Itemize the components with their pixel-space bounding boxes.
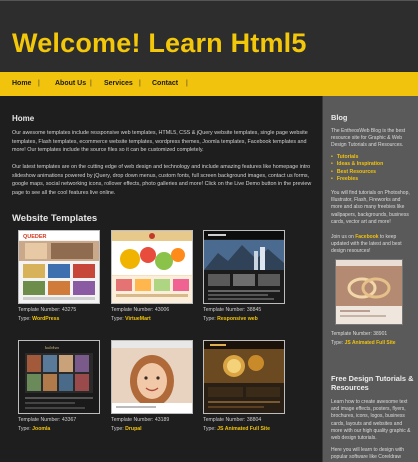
template-type: Type: VirtueMart xyxy=(111,316,151,322)
main-nav: Home | About Us | Services | Contact | xyxy=(0,72,418,96)
nav-item-services[interactable]: Services xyxy=(104,72,133,96)
site-title: Welcome! Learn Html5 xyxy=(12,28,307,58)
template-thumbnail-virtuemart[interactable] xyxy=(111,230,193,304)
template-type-link[interactable]: JS Animated Full Site xyxy=(217,426,270,432)
nav-separator: | xyxy=(139,80,141,87)
template-type: Type: Responsive web xyxy=(203,316,258,322)
nav-item-home[interactable]: Home xyxy=(12,72,31,96)
template-number: Template Number: 43275 xyxy=(18,307,77,313)
facebook-link[interactable]: Facebook xyxy=(355,234,378,240)
template-type-link[interactable]: VirtueMart xyxy=(125,316,151,322)
template-type: Type: JS Animated Full Site xyxy=(203,426,270,432)
nav-item-about-us[interactable]: About Us xyxy=(55,72,86,96)
nav-separator: | xyxy=(38,80,40,87)
intro-paragraph: Our awesome templates include ressponsiv… xyxy=(12,130,308,154)
free-tutorials-heading: Free Design Tutorials & Resources xyxy=(331,374,414,392)
template-thumbnail-drupal[interactable] xyxy=(111,340,193,414)
template-number: Template Number: 38845 xyxy=(203,307,262,313)
blog-link-best-resources[interactable]: Best Resources xyxy=(331,169,383,176)
home-heading: Home xyxy=(12,114,35,123)
template-type-link[interactable]: Joomla xyxy=(32,426,50,432)
template-type: Type: Joomla xyxy=(18,426,51,432)
featured-template-type: Type: JS Animated Full Site xyxy=(331,340,396,346)
blog-intro: The EntheosWeb Blog is the best resource… xyxy=(331,128,406,149)
template-type: Type: Drupal xyxy=(111,426,142,432)
featured-template-type-link[interactable]: JS Animated Full Site xyxy=(345,340,396,346)
template-logo: QUEDER xyxy=(23,234,47,240)
blog-heading: Blog xyxy=(331,113,348,122)
featured-template-number: Template Number: 38901 xyxy=(331,331,388,337)
blog-link-ideas[interactable]: Ideas & Inspiration xyxy=(331,161,383,168)
free-tutorials-text: Learn how to create awesome text and ima… xyxy=(331,399,411,442)
sidebar: Blog The EntheosWeb Blog is the best res… xyxy=(322,96,418,462)
template-thumbnail-js-animated[interactable] xyxy=(203,340,285,414)
blog-links: Tutorials Ideas & Inspiration Best Resou… xyxy=(331,154,383,184)
template-logo: kolekva xyxy=(45,345,59,350)
nav-item-contact[interactable]: Contact xyxy=(152,72,178,96)
templates-heading: Website Templates xyxy=(12,213,98,224)
features-paragraph: Our latest templates are on the cutting … xyxy=(12,164,312,196)
template-type-link[interactable]: Responsive web xyxy=(217,316,258,322)
join-text: Join us on Facebook to keep updated with… xyxy=(331,234,402,255)
featured-template-thumbnail[interactable] xyxy=(335,259,403,325)
template-number: Template Number: 43006 xyxy=(111,307,170,313)
template-type-link[interactable]: WordPress xyxy=(32,316,59,322)
template-thumbnail-joomla[interactable]: kolekva xyxy=(18,340,100,414)
template-thumbnail-wordpress[interactable]: QUEDER xyxy=(18,230,100,304)
template-number: Template Number: 43189 xyxy=(111,417,170,423)
template-number: Template Number: 43367 xyxy=(18,417,77,423)
nav-separator: | xyxy=(90,80,92,87)
blog-description: You will find tutorials on Photoshop, Il… xyxy=(331,190,410,225)
main-content: Home Our awesome templates include ressp… xyxy=(0,96,322,462)
template-thumbnail-responsive[interactable] xyxy=(203,230,285,304)
template-type-link[interactable]: Drupal xyxy=(125,426,141,432)
free-tutorials-text-2: Here you will learn to design with popul… xyxy=(331,447,405,461)
template-type: Type: WordPress xyxy=(18,316,60,322)
template-number: Template Number: 38804 xyxy=(203,417,262,423)
site-header: Welcome! Learn Html5 xyxy=(0,0,418,72)
nav-separator: | xyxy=(186,80,188,87)
blog-link-tutorials[interactable]: Tutorials xyxy=(331,154,383,161)
blog-link-freebies[interactable]: Freebies xyxy=(331,176,383,183)
